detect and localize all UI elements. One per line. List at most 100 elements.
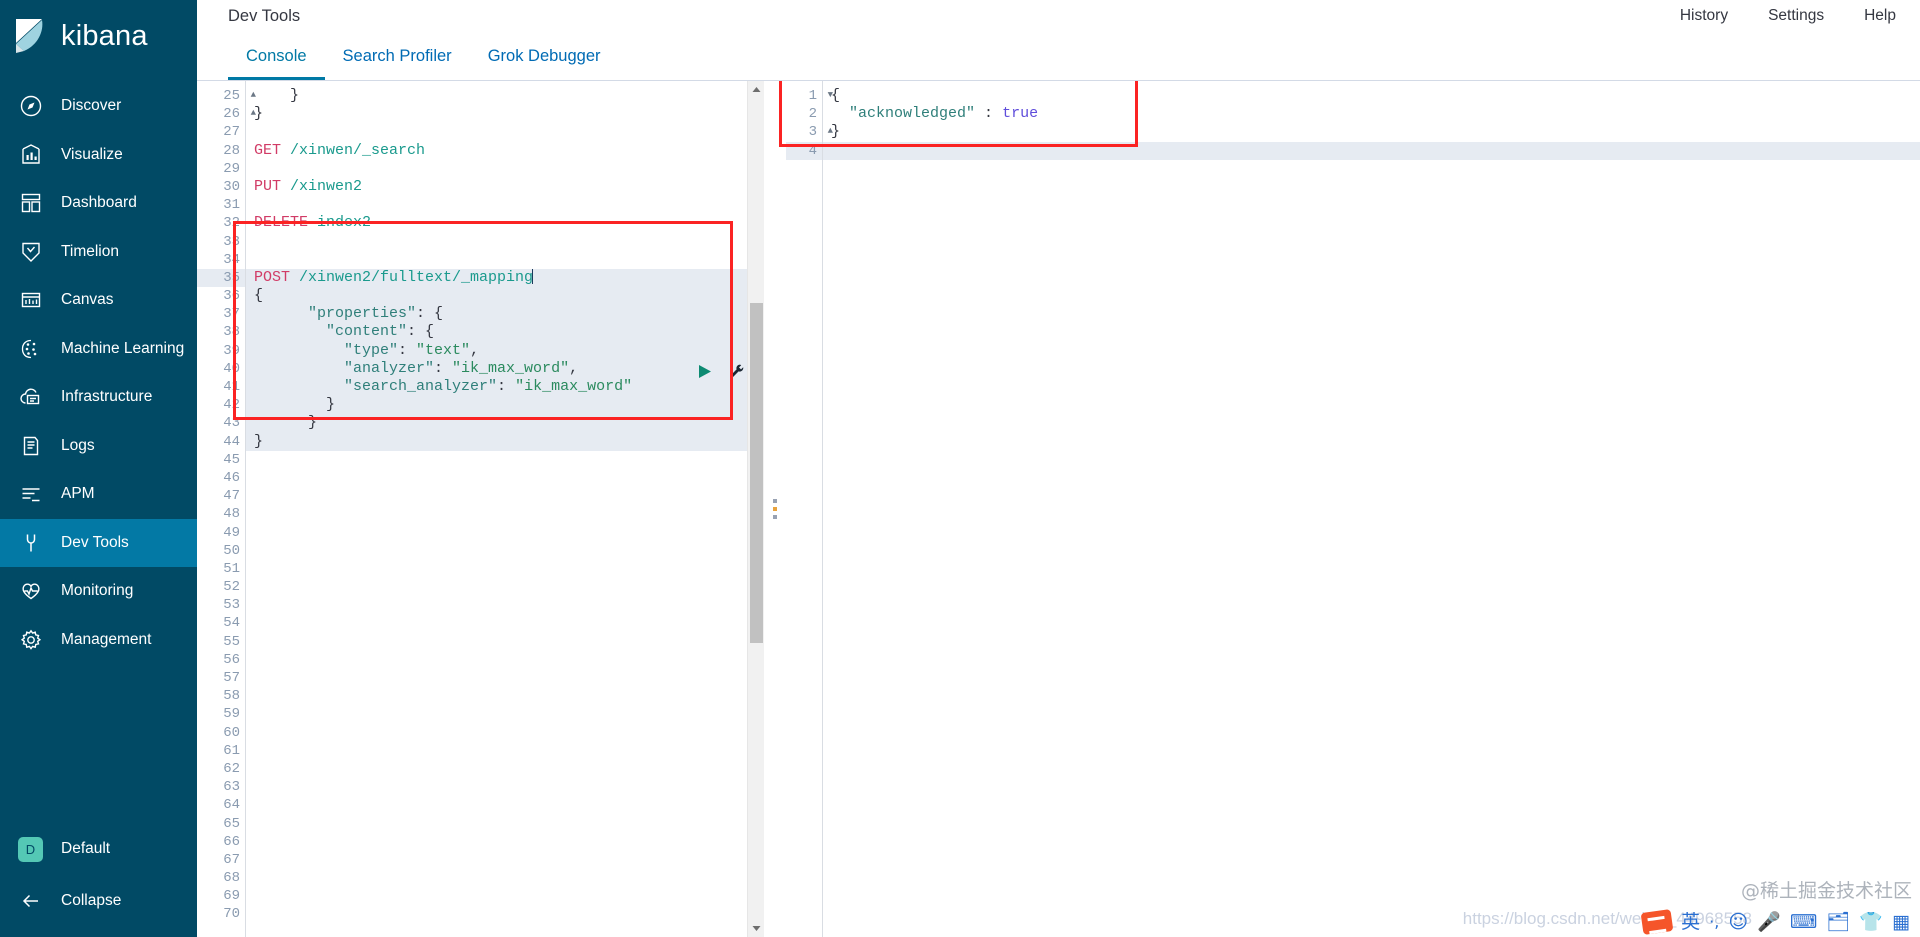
request-line-number[interactable]: 45 — [197, 451, 245, 469]
sidebar-item-management[interactable]: Management — [0, 616, 197, 665]
request-code-line[interactable] — [246, 633, 764, 651]
request-line-number[interactable]: 25 ▲ — [197, 87, 256, 105]
response-code-line[interactable]: } — [823, 123, 1920, 141]
request-line-number[interactable]: 57 — [197, 669, 245, 687]
request-code-line[interactable] — [246, 796, 764, 814]
request-scrollbar[interactable] — [747, 81, 764, 937]
sidebar-item-monitoring[interactable]: Monitoring — [0, 567, 197, 616]
request-code-line[interactable] — [246, 815, 764, 833]
request-code-line[interactable] — [246, 251, 764, 269]
pane-splitter[interactable] — [764, 81, 786, 937]
sidebar-item-dev-tools[interactable]: Dev Tools — [0, 518, 197, 567]
request-code-line[interactable] — [246, 651, 764, 669]
request-code-line[interactable]: GET /xinwen/_search — [246, 142, 764, 160]
response-line-number[interactable]: 3 ▲ — [786, 123, 833, 141]
request-line-number[interactable]: 32 — [197, 214, 245, 232]
sidebar-item-visualize[interactable]: Visualize — [0, 131, 197, 180]
ime-voice-icon[interactable]: 🎤 — [1757, 912, 1781, 932]
request-line-number[interactable]: 60 — [197, 724, 245, 742]
scroll-up-icon[interactable] — [748, 81, 764, 98]
request-code-line[interactable] — [246, 578, 764, 596]
request-line-number[interactable]: 27 — [197, 123, 245, 141]
response-code-line[interactable]: { — [823, 87, 1920, 105]
request-code-line[interactable]: "content": { — [246, 323, 764, 342]
response-line-number[interactable]: 2 — [786, 105, 822, 123]
brand[interactable]: kibana — [0, 0, 197, 72]
request-code-line[interactable] — [246, 724, 764, 742]
response-pane[interactable]: 1 ▼ 2 3 ▲ 4 { "acknowledged" : true} — [786, 81, 1920, 937]
request-code-line[interactable] — [246, 542, 764, 560]
tab-grok-debugger[interactable]: Grok Debugger — [470, 33, 619, 80]
play-request-icon[interactable] — [696, 363, 713, 380]
request-code-line[interactable] — [246, 451, 764, 469]
request-code-line[interactable] — [246, 614, 764, 632]
request-line-number[interactable]: 48 — [197, 505, 245, 523]
ime-toolbar[interactable]: 英 ·, ☺ 🎤 ⌨ 🗂 👕 ▦ — [1638, 909, 1914, 935]
request-code-line[interactable] — [246, 596, 764, 614]
request-code-line[interactable] — [246, 123, 764, 141]
request-line-number[interactable]: 59 — [197, 705, 245, 723]
request-line-number[interactable]: 51 — [197, 560, 245, 578]
request-line-number[interactable]: 53 — [197, 596, 245, 614]
ime-keyboard-icon[interactable]: ⌨ — [1790, 912, 1817, 932]
ime-menu-icon[interactable]: ▦ — [1892, 912, 1910, 932]
request-line-number[interactable]: 47 — [197, 487, 245, 505]
collapse-button[interactable]: Collapse — [0, 875, 197, 927]
request-line-number[interactable]: 54 — [197, 614, 245, 632]
request-line-number[interactable]: 68 — [197, 869, 245, 887]
request-line-number[interactable]: 35 — [197, 268, 245, 288]
request-code[interactable]: }} GET /xinwen/_search PUT /xinwen2 DELE… — [245, 81, 764, 937]
request-line-number[interactable]: 56 — [197, 651, 245, 669]
request-line-number[interactable]: 69 — [197, 887, 245, 905]
request-line-number[interactable]: 55 — [197, 633, 245, 651]
request-code-line[interactable] — [246, 669, 764, 687]
request-line-number[interactable]: 61 — [197, 742, 245, 760]
request-code-line[interactable]: { — [246, 287, 764, 306]
request-code-line[interactable] — [246, 742, 764, 760]
sidebar-item-machine-learning[interactable]: Machine Learning — [0, 325, 197, 374]
request-line-number[interactable]: 70 — [197, 905, 245, 923]
request-line-number[interactable]: 33 — [197, 233, 245, 251]
wrench-menu-icon[interactable] — [729, 363, 746, 380]
space-selector[interactable]: D Default — [0, 823, 197, 875]
request-line-number[interactable]: 62 — [197, 760, 245, 778]
request-line-number[interactable]: 36▼ — [197, 287, 256, 305]
request-code-line[interactable] — [246, 233, 764, 251]
history-link[interactable]: History — [1680, 7, 1728, 25]
request-code-line[interactable]: } — [246, 414, 764, 433]
response-code-line[interactable] — [823, 141, 1920, 160]
request-code-line[interactable] — [246, 469, 764, 487]
sidebar-item-canvas[interactable]: Canvas — [0, 276, 197, 325]
request-editor[interactable]: 25▲26▲27282930313233343536▼37▼38▼3940414… — [197, 81, 764, 937]
response-line-number[interactable]: 1 ▼ — [786, 87, 833, 105]
ime-toolbox-icon[interactable]: 🗂 — [1826, 912, 1850, 932]
request-line-number[interactable]: 46 — [197, 469, 245, 487]
request-code-line[interactable]: } — [246, 432, 764, 451]
request-line-number[interactable]: 43▲ — [197, 414, 256, 432]
tab-console[interactable]: Console — [228, 33, 325, 80]
response-editor[interactable]: 1 ▼ 2 3 ▲ 4 { "acknowledged" : true} — [786, 81, 1920, 937]
request-line-number[interactable]: 42▲ — [197, 396, 256, 414]
request-line-number[interactable]: 34 — [197, 251, 245, 269]
response-line-number[interactable]: 4 — [786, 141, 822, 160]
request-code-line[interactable] — [246, 487, 764, 505]
tab-search-profiler[interactable]: Search Profiler — [325, 33, 470, 80]
request-code-line[interactable] — [246, 760, 764, 778]
sidebar-item-infrastructure[interactable]: Infrastructure — [0, 373, 197, 422]
request-line-number[interactable]: 66 — [197, 833, 245, 851]
request-code-line[interactable] — [246, 833, 764, 851]
request-line-number[interactable]: 49 — [197, 524, 245, 542]
request-line-number[interactable]: 28 — [197, 142, 245, 160]
request-code-line[interactable]: } — [246, 105, 764, 123]
sidebar-item-dashboard[interactable]: Dashboard — [0, 179, 197, 228]
scroll-down-icon[interactable] — [748, 920, 764, 937]
request-line-number[interactable]: 30 — [197, 178, 245, 196]
ime-emoji-icon[interactable]: ☺ — [1728, 912, 1748, 932]
request-code-line[interactable] — [246, 505, 764, 523]
request-line-number[interactable]: 40 — [197, 360, 245, 378]
request-line-number[interactable]: 63 — [197, 778, 245, 796]
request-code-line[interactable]: "properties": { — [246, 305, 764, 324]
request-code-line[interactable]: DELETE index2 — [246, 214, 764, 232]
request-code-line[interactable] — [246, 887, 764, 905]
request-code-line[interactable]: POST /xinwen2/fulltext/_mapping — [246, 268, 764, 288]
